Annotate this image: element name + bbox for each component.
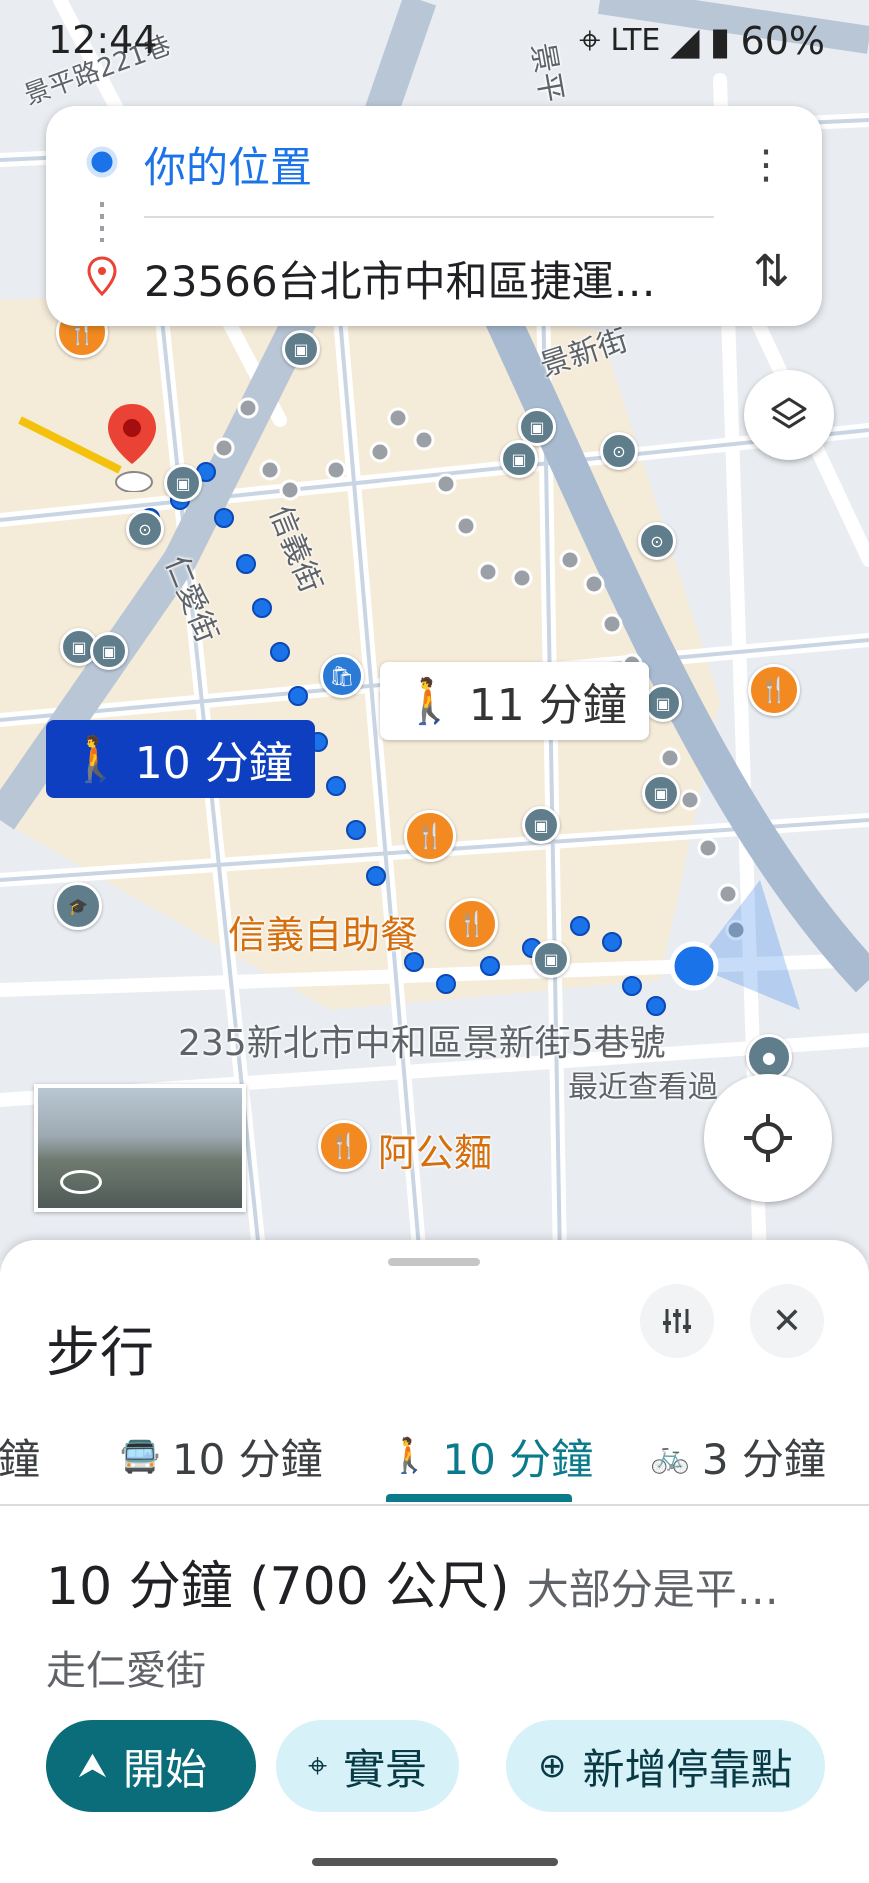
bus-stop-icon[interactable]: ▣ xyxy=(164,464,202,502)
battery-level: 60% xyxy=(740,18,825,63)
route-chip-alternate[interactable]: 🚶 11 分鐘 xyxy=(380,662,649,740)
bus-stop-icon[interactable]: ▣ xyxy=(522,806,560,844)
route-summary: 10 分鐘 (700 公尺) 大部分是平… xyxy=(46,1544,779,1619)
restaurant-pin-icon[interactable]: 🍴 xyxy=(748,664,800,716)
route-terrain: 大部分是平… xyxy=(526,1565,779,1614)
network-label: LTE xyxy=(610,23,661,58)
walk-icon: 🚶 xyxy=(388,1436,431,1476)
walk-icon: 🚶 xyxy=(402,676,457,727)
route-connector xyxy=(100,202,104,242)
add-location-icon: ⊕ xyxy=(538,1746,567,1786)
status-right: ⌖ LTE ◢ ▮ 60% xyxy=(579,18,825,63)
start-button[interactable]: ⮝ 開始 xyxy=(46,1720,256,1812)
origin-dot-icon xyxy=(86,146,118,178)
route-card: 你的位置 23566台北市中和區捷運… ⋮ ⇅ xyxy=(46,106,822,326)
bus-stop-icon[interactable]: ▣ xyxy=(642,774,680,812)
destination-marker-icon xyxy=(87,256,117,296)
bus-stop-icon[interactable]: ▣ xyxy=(532,940,570,978)
route-options-button[interactable] xyxy=(640,1284,714,1358)
recently-viewed-label: 最近查看過 xyxy=(568,1070,718,1105)
home-indicator[interactable] xyxy=(312,1858,558,1866)
restaurant-pin-icon[interactable]: 🍴 xyxy=(446,898,498,950)
bus-stop-icon[interactable]: ▣ xyxy=(644,684,682,722)
layers-button[interactable] xyxy=(744,370,834,460)
location-status-icon: ⌖ xyxy=(579,18,601,62)
origin-field[interactable]: 你的位置 xyxy=(144,134,312,195)
transit-icon: 🚍 xyxy=(120,1437,160,1475)
navigation-arrow-icon: ⮝ xyxy=(78,1746,107,1786)
more-vert-icon[interactable]: ⋮ xyxy=(746,142,786,188)
live-view-icon: ⌖ xyxy=(308,1746,328,1786)
live-view-button[interactable]: ⌖ 實景 xyxy=(276,1720,460,1812)
tab-drive[interactable]: 鐘 xyxy=(0,1408,40,1504)
directions-sheet: 步行 ✕ 鐘 🚍 10 分鐘 🚶 10 分鐘 🚲 3 分鐘 10 分鐘 (700… xyxy=(0,1240,869,1883)
tune-icon xyxy=(663,1309,691,1333)
poi-label-restaurant-1[interactable]: 信義自助餐 xyxy=(228,904,418,959)
destination-field[interactable]: 23566台北市中和區捷運… xyxy=(144,248,656,309)
bike-share-icon[interactable]: ⊙ xyxy=(638,522,676,560)
tab-walk[interactable]: 🚶 10 分鐘 xyxy=(388,1408,593,1504)
route-chip-primary[interactable]: 🚶 10 分鐘 xyxy=(46,720,315,798)
sheet-title: 步行 xyxy=(46,1321,154,1384)
destination-pin-icon[interactable] xyxy=(106,402,158,493)
travel-mode-tabs: 鐘 🚍 10 分鐘 🚶 10 分鐘 🚲 3 分鐘 xyxy=(0,1408,869,1506)
close-button[interactable]: ✕ xyxy=(750,1284,824,1358)
divider xyxy=(144,216,714,218)
close-icon: ✕ xyxy=(771,1300,803,1342)
restaurant-pin-icon[interactable]: 🍴 xyxy=(318,1120,370,1172)
status-bar: 12:44 ⌖ LTE ◢ ▮ 60% xyxy=(0,0,869,90)
current-address-label: 235新北市中和區景新街5巷號 xyxy=(178,1023,666,1064)
bike-share-icon[interactable]: ⊙ xyxy=(600,432,638,470)
poi-label-restaurant-2[interactable]: 阿公麵 xyxy=(378,1122,492,1177)
route-duration-distance: 10 分鐘 (700 公尺) xyxy=(46,1557,510,1617)
signal-icon: ◢ xyxy=(670,18,700,63)
bike-icon: 🚲 xyxy=(650,1437,690,1475)
restaurant-pin-icon[interactable]: 🍴 xyxy=(404,810,456,862)
swap-vert-icon[interactable]: ⇅ xyxy=(753,246,790,297)
my-location-button[interactable] xyxy=(704,1074,832,1202)
battery-icon: ▮ xyxy=(709,18,731,63)
active-tab-indicator xyxy=(386,1494,572,1502)
bike-share-icon[interactable]: ⊙ xyxy=(126,510,164,548)
school-pin-icon[interactable]: 🎓 xyxy=(54,882,102,930)
status-time: 12:44 xyxy=(48,18,158,62)
shopping-pin-icon[interactable]: 🛍 xyxy=(320,654,364,698)
crosshair-icon xyxy=(744,1114,792,1162)
street-view-thumbnail[interactable] xyxy=(34,1084,246,1212)
walk-icon: 🚶 xyxy=(68,734,123,785)
street-view-icon xyxy=(60,1170,102,1194)
tab-bike[interactable]: 🚲 3 分鐘 xyxy=(650,1408,826,1504)
bus-stop-icon[interactable]: ▣ xyxy=(282,330,320,368)
add-stop-button[interactable]: ⊕ 新增停靠點 xyxy=(506,1720,825,1812)
bus-stop-icon[interactable]: ▣ xyxy=(500,440,538,478)
tab-transit[interactable]: 🚍 10 分鐘 xyxy=(120,1408,323,1504)
drag-handle[interactable] xyxy=(388,1258,480,1266)
bus-stop-icon[interactable]: ▣ xyxy=(90,632,128,670)
route-via: 走仁愛街 xyxy=(46,1648,206,1694)
layers-icon xyxy=(771,397,807,429)
